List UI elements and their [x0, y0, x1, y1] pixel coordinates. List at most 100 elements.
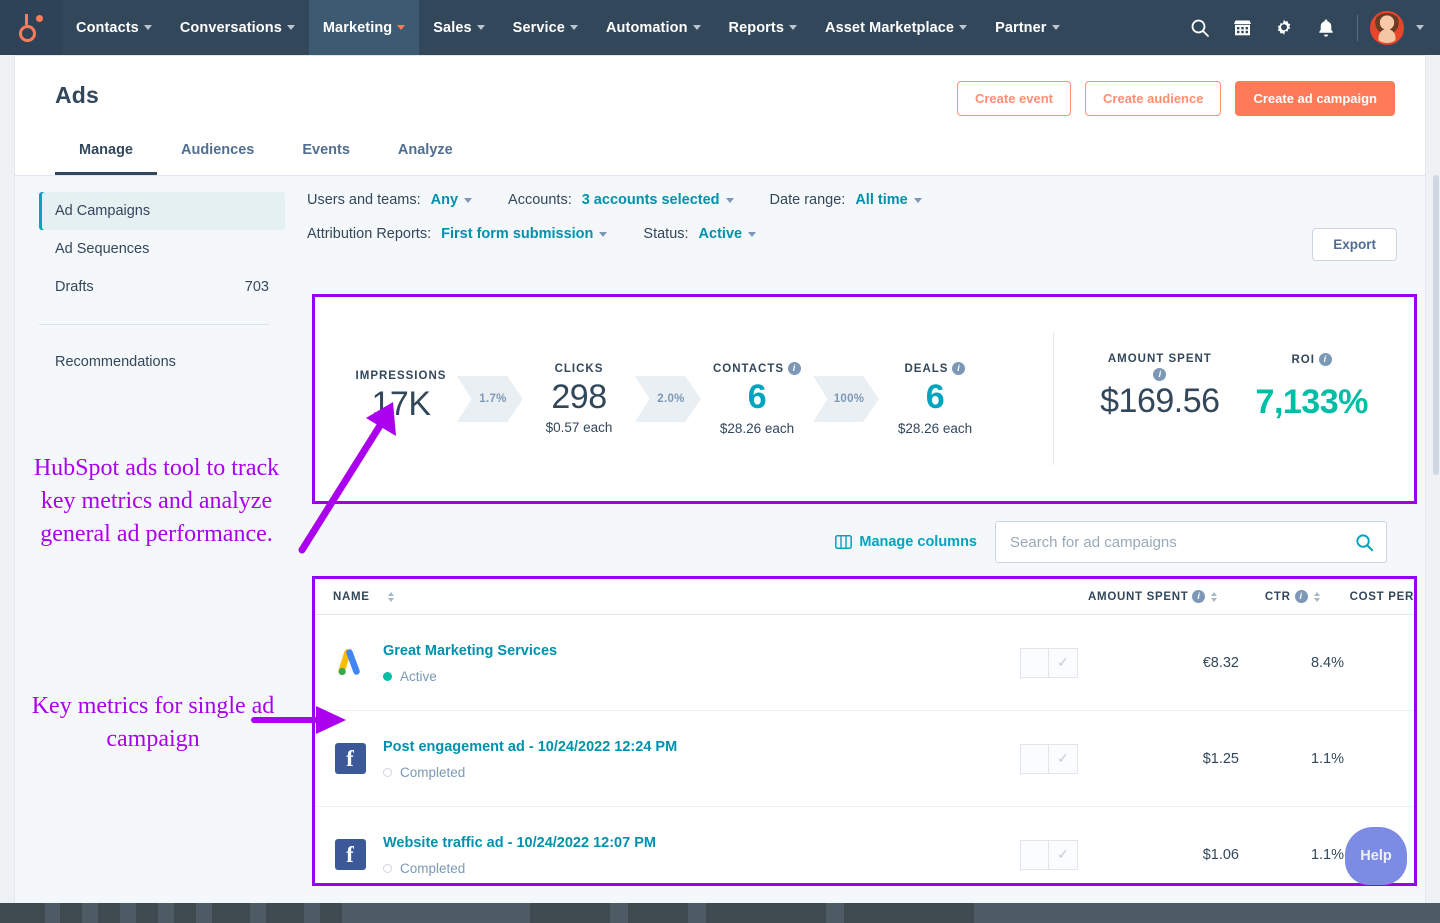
campaign-name-link[interactable]: Great Marketing Services	[383, 641, 557, 663]
conversion-step-2: 2.0%	[631, 376, 705, 422]
nav-item-reports[interactable]: Reports	[715, 0, 812, 55]
chevron-down-icon[interactable]	[725, 197, 734, 203]
notifications-icon[interactable]	[1307, 9, 1345, 47]
campaign-name-cell: Great Marketing Services Active	[329, 641, 989, 684]
status-dot-icon	[383, 671, 392, 681]
metric-value: 6	[747, 378, 767, 417]
table-row[interactable]: f Website traffic ad - 10/24/2022 12:07 …	[315, 807, 1414, 883]
campaign-status-label: Active	[400, 668, 437, 684]
search-box[interactable]	[995, 521, 1387, 563]
nav-item-asset-marketplace[interactable]: Asset Marketplace	[811, 0, 981, 55]
filter-value-date-range[interactable]: All time	[855, 192, 907, 208]
column-header-ctr[interactable]: CTR i	[1217, 590, 1320, 603]
sidebar-item-recommendations[interactable]: Recommendations	[39, 343, 285, 381]
tab-analyze[interactable]: Analyze	[374, 130, 477, 175]
campaign-status-toggle[interactable]: ✓	[1020, 647, 1078, 678]
chevron-down-icon[interactable]	[748, 231, 757, 237]
filter-value-users-and-teams[interactable]: Any	[431, 192, 458, 208]
info-icon[interactable]: i	[1192, 590, 1206, 603]
create-audience-button[interactable]: Create audience	[1085, 81, 1222, 116]
info-icon[interactable]: i	[1318, 353, 1332, 366]
chevron-down-icon[interactable]	[1416, 25, 1424, 30]
create-event-button[interactable]: Create event	[956, 81, 1072, 116]
chevron-down-icon[interactable]	[464, 197, 473, 203]
campaign-status-toggle[interactable]: ✓	[1020, 839, 1078, 870]
sort-icon[interactable]	[387, 591, 394, 602]
search-icon[interactable]	[1355, 533, 1374, 552]
nav-label: Partner	[995, 19, 1047, 36]
tab-manage[interactable]: Manage	[55, 130, 157, 175]
nav-label: Marketing	[322, 19, 393, 36]
chevron-down-icon	[692, 25, 701, 30]
search-input[interactable]	[1010, 533, 1355, 551]
table-row[interactable]: f Post engagement ad - 10/24/2022 12:24 …	[315, 711, 1414, 807]
nav-item-marketing[interactable]: Marketing	[308, 0, 420, 55]
nav-item-contacts[interactable]: Contacts	[62, 0, 166, 55]
campaign-name-link[interactable]: Post engagement ad - 10/24/2022 12:24 PM	[383, 737, 677, 759]
column-header-cost-per[interactable]: COST PER	[1320, 591, 1414, 603]
vertical-scrollbar[interactable]	[1432, 175, 1440, 908]
metric-sub: $28.26 each	[719, 420, 795, 436]
column-header-amount-spent[interactable]: AMOUNT SPENT i	[1088, 590, 1218, 603]
campaign-status-label: Completed	[400, 860, 466, 876]
conversion-rate-badge: 1.7%	[457, 376, 523, 422]
scrollbar-thumb[interactable]	[1433, 175, 1439, 475]
filter-value-accounts[interactable]: 3 accounts selected	[582, 192, 720, 208]
info-icon[interactable]: i	[788, 362, 802, 376]
chevron-down-icon[interactable]	[599, 231, 608, 237]
nav-item-sales[interactable]: Sales	[419, 0, 498, 55]
nav-item-conversations[interactable]: Conversations	[166, 0, 309, 55]
sidebar-item-drafts[interactable]: Drafts 703	[39, 268, 285, 306]
manage-columns-button[interactable]: Manage columns	[835, 534, 977, 550]
nav-item-partner[interactable]: Partner	[981, 0, 1073, 55]
nav-label: Contacts	[76, 19, 139, 36]
check-icon: ✓	[1049, 839, 1078, 870]
search-icon[interactable]	[1181, 9, 1219, 47]
filter-value-attribution-reports[interactable]: First form submission	[441, 226, 593, 242]
marketplace-icon[interactable]	[1223, 9, 1261, 47]
campaign-status: Completed	[383, 861, 656, 876]
metric-contacts: CONTACTS i 6 $28.26 each	[705, 362, 809, 436]
header-actions: Create event Create audience Create ad c…	[956, 81, 1395, 116]
tab-audiences[interactable]: Audiences	[157, 130, 278, 175]
metric-label: ROI i	[1256, 353, 1368, 366]
create-ad-campaign-button[interactable]: Create ad campaign	[1235, 81, 1395, 116]
info-icon[interactable]: i	[1294, 590, 1308, 603]
metric-label: CLICKS	[554, 362, 604, 375]
info-icon[interactable]: i	[952, 362, 966, 376]
campaign-status-toggle[interactable]: ✓	[1020, 743, 1078, 774]
avatar[interactable]	[1370, 10, 1404, 45]
sidebar-item-ad-sequences[interactable]: Ad Sequences	[39, 230, 285, 268]
metrics-card: IMPRESSIONS 17K 1.7% CLICKS 298 $0.57 ea…	[315, 297, 1414, 501]
conversion-step-3: 100%	[809, 376, 883, 422]
hubspot-logo[interactable]	[0, 0, 62, 55]
top-navigation-bar: Contacts Conversations Marketing Sales S…	[0, 0, 1440, 55]
nav-item-service[interactable]: Service	[499, 0, 592, 55]
metrics-highlight-box: IMPRESSIONS 17K 1.7% CLICKS 298 $0.57 ea…	[312, 294, 1417, 504]
campaign-name-link[interactable]: Website traffic ad - 10/24/2022 12:07 PM	[383, 833, 656, 855]
sidebar-item-ad-campaigns[interactable]: Ad Campaigns	[39, 192, 285, 230]
chevron-down-icon	[1051, 25, 1060, 30]
column-header-name[interactable]: NAME	[329, 591, 971, 603]
ctr-cell: 1.1%	[1310, 750, 1344, 767]
annotation-arrow-1	[298, 402, 396, 554]
filter-row-1: Users and teams: Any Accounts: 3 account…	[307, 192, 1317, 208]
chevron-down-icon	[143, 25, 152, 30]
campaign-toggle-cell: ✓	[989, 647, 1109, 678]
help-button[interactable]: Help	[1345, 827, 1407, 885]
metric-amount-spent: AMOUNT SPENT i $169.56	[1100, 353, 1220, 425]
export-button[interactable]: Export	[1312, 228, 1397, 261]
annotation-note-1: HubSpot ads tool to track key metrics an…	[33, 455, 280, 548]
ctr-cell: 8.4%	[1310, 654, 1344, 671]
gear-icon[interactable]	[1265, 9, 1303, 47]
nav-item-automation[interactable]: Automation	[592, 0, 715, 55]
chevron-down-icon[interactable]	[913, 197, 922, 203]
filter-value-status[interactable]: Active	[699, 226, 743, 242]
campaign-name-cell: f Post engagement ad - 10/24/2022 12:24 …	[329, 737, 989, 780]
metric-clicks: CLICKS 298 $0.57 each	[527, 363, 631, 436]
chevron-down-icon	[397, 25, 406, 30]
tab-events[interactable]: Events	[278, 130, 374, 175]
campaign-toggle-cell: ✓	[989, 743, 1109, 774]
table-row[interactable]: Great Marketing Services Active ✓ €8.32 …	[315, 615, 1414, 711]
page-header: Ads Create event Create audience Create …	[14, 55, 1426, 175]
